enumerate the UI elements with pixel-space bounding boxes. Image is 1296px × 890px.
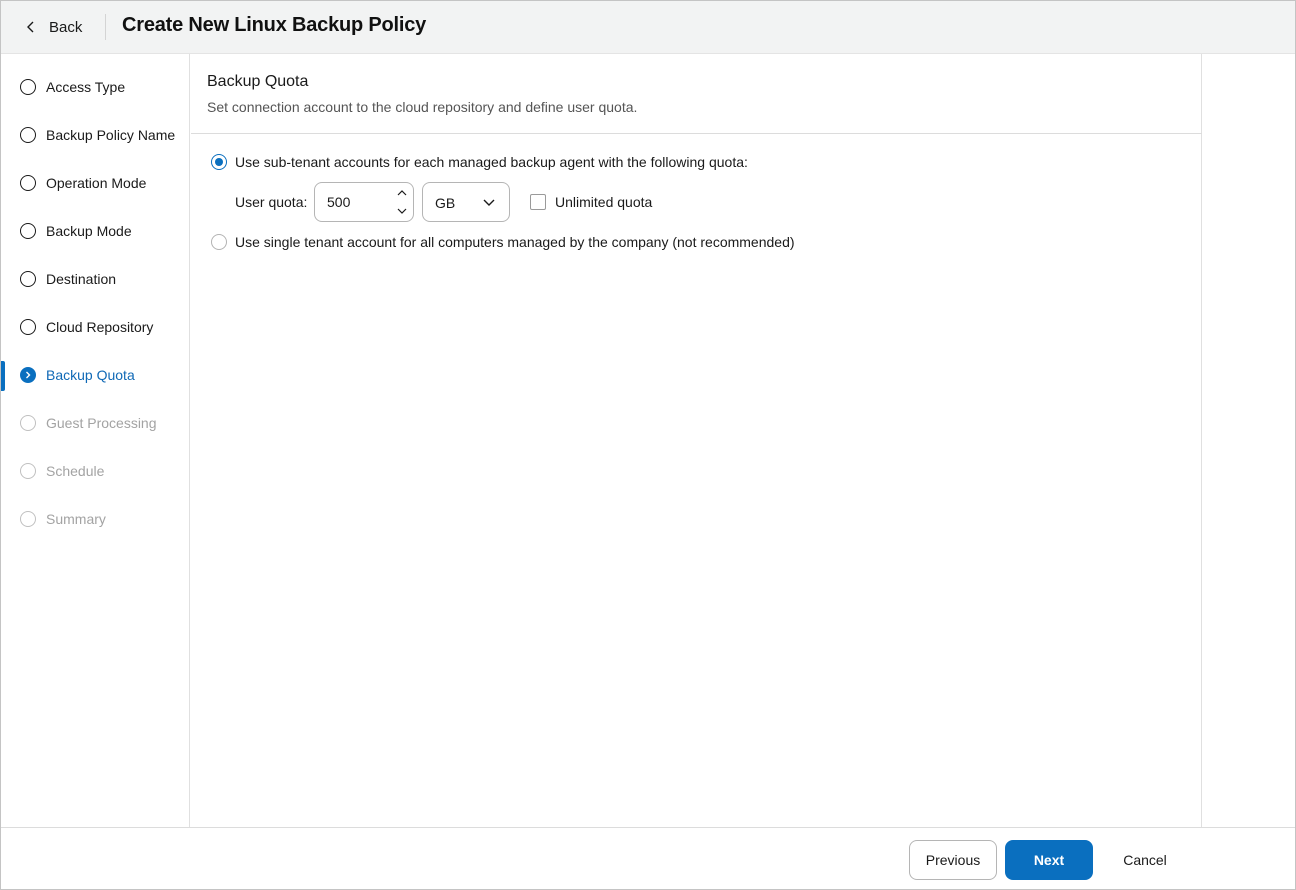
sub-tenant-radio[interactable] bbox=[211, 154, 227, 170]
step-status-circle-icon bbox=[20, 271, 36, 287]
unlimited-quota-option[interactable]: Unlimited quota bbox=[530, 194, 652, 210]
wizard-header: Back Create New Linux Backup Policy bbox=[1, 1, 1295, 54]
step-status-circle-icon bbox=[20, 415, 36, 431]
step-destination[interactable]: Destination bbox=[1, 259, 189, 299]
user-quota-row: User quota: GB bbox=[235, 182, 735, 222]
step-status-circle-icon bbox=[20, 127, 36, 143]
quota-unit-select[interactable]: GB bbox=[422, 182, 510, 222]
quota-increment-button[interactable] bbox=[394, 185, 410, 201]
chevron-right-icon bbox=[26, 371, 31, 379]
section-header: Backup Quota Set connection account to t… bbox=[191, 54, 1202, 134]
section-title: Backup Quota bbox=[207, 73, 309, 90]
active-step-icon bbox=[20, 367, 36, 383]
wizard-window: Back Create New Linux Backup Policy Acce… bbox=[0, 0, 1296, 890]
step-label: Backup Mode bbox=[46, 223, 132, 239]
step-label: Access Type bbox=[46, 79, 126, 95]
chevron-left-icon bbox=[27, 21, 34, 33]
option-single-tenant-account[interactable]: Use single tenant account for all comput… bbox=[211, 234, 795, 250]
user-quota-label: User quota: bbox=[235, 194, 308, 210]
section-subtitle: Set connection account to the cloud repo… bbox=[207, 99, 638, 115]
page-title: Create New Linux Backup Policy bbox=[122, 14, 427, 36]
quota-stepper bbox=[394, 185, 410, 219]
previous-button[interactable]: Previous bbox=[909, 840, 997, 880]
step-label: Destination bbox=[46, 271, 117, 287]
unlimited-quota-label: Unlimited quota bbox=[555, 194, 653, 210]
step-summary: Summary bbox=[1, 499, 189, 539]
step-status-circle-icon bbox=[20, 463, 36, 479]
step-backup-mode[interactable]: Backup Mode bbox=[1, 211, 189, 251]
step-backup-policy-name[interactable]: Backup Policy Name bbox=[1, 115, 189, 155]
step-status-circle-icon bbox=[20, 79, 36, 95]
step-label: Backup Policy Name bbox=[46, 127, 176, 143]
step-backup-quota[interactable]: Backup Quota bbox=[1, 355, 189, 395]
step-label: Operation Mode bbox=[46, 175, 147, 191]
step-status-circle-icon bbox=[20, 175, 36, 191]
unlimited-quota-checkbox[interactable] bbox=[530, 194, 546, 210]
step-label: Schedule bbox=[46, 463, 105, 479]
chevron-up-icon bbox=[397, 190, 407, 196]
wizard-footer: Previous Next Cancel bbox=[1, 827, 1295, 889]
step-status-circle-icon bbox=[20, 223, 36, 239]
step-status-circle-icon bbox=[20, 319, 36, 335]
user-quota-field[interactable] bbox=[314, 182, 414, 222]
next-button[interactable]: Next bbox=[1005, 840, 1093, 880]
step-status-circle-icon bbox=[20, 511, 36, 527]
sub-tenant-radio-label: Use sub-tenant accounts for each managed… bbox=[235, 154, 748, 170]
step-label: Cloud Repository bbox=[46, 319, 154, 335]
step-label: Guest Processing bbox=[46, 415, 157, 431]
step-guest-processing: Guest Processing bbox=[1, 403, 189, 443]
quota-unit-value: GB bbox=[435, 195, 456, 211]
quota-decrement-button[interactable] bbox=[394, 203, 410, 219]
chevron-down-icon bbox=[397, 208, 407, 214]
active-step-indicator bbox=[1, 361, 5, 391]
step-label: Backup Quota bbox=[46, 367, 135, 383]
single-tenant-radio[interactable] bbox=[211, 234, 227, 250]
main-content: Backup Quota Set connection account to t… bbox=[191, 54, 1202, 827]
wizard-steps-sidebar: Access Type Backup Policy Name Operation… bbox=[1, 54, 190, 827]
cancel-button[interactable]: Cancel bbox=[1101, 840, 1189, 880]
option-sub-tenant-accounts[interactable]: Use sub-tenant accounts for each managed… bbox=[211, 154, 748, 170]
back-button-label: Back bbox=[49, 18, 83, 36]
chevron-down-icon bbox=[483, 199, 495, 206]
step-schedule: Schedule bbox=[1, 451, 189, 491]
header-divider bbox=[105, 14, 106, 40]
step-cloud-repository[interactable]: Cloud Repository bbox=[1, 307, 189, 347]
user-quota-input[interactable] bbox=[316, 184, 386, 220]
back-button[interactable]: Back bbox=[15, 11, 92, 43]
step-label: Summary bbox=[46, 511, 106, 527]
step-access-type[interactable]: Access Type bbox=[1, 67, 189, 107]
single-tenant-radio-label: Use single tenant account for all comput… bbox=[235, 234, 795, 250]
step-operation-mode[interactable]: Operation Mode bbox=[1, 163, 189, 203]
right-empty-pane bbox=[1203, 54, 1295, 827]
